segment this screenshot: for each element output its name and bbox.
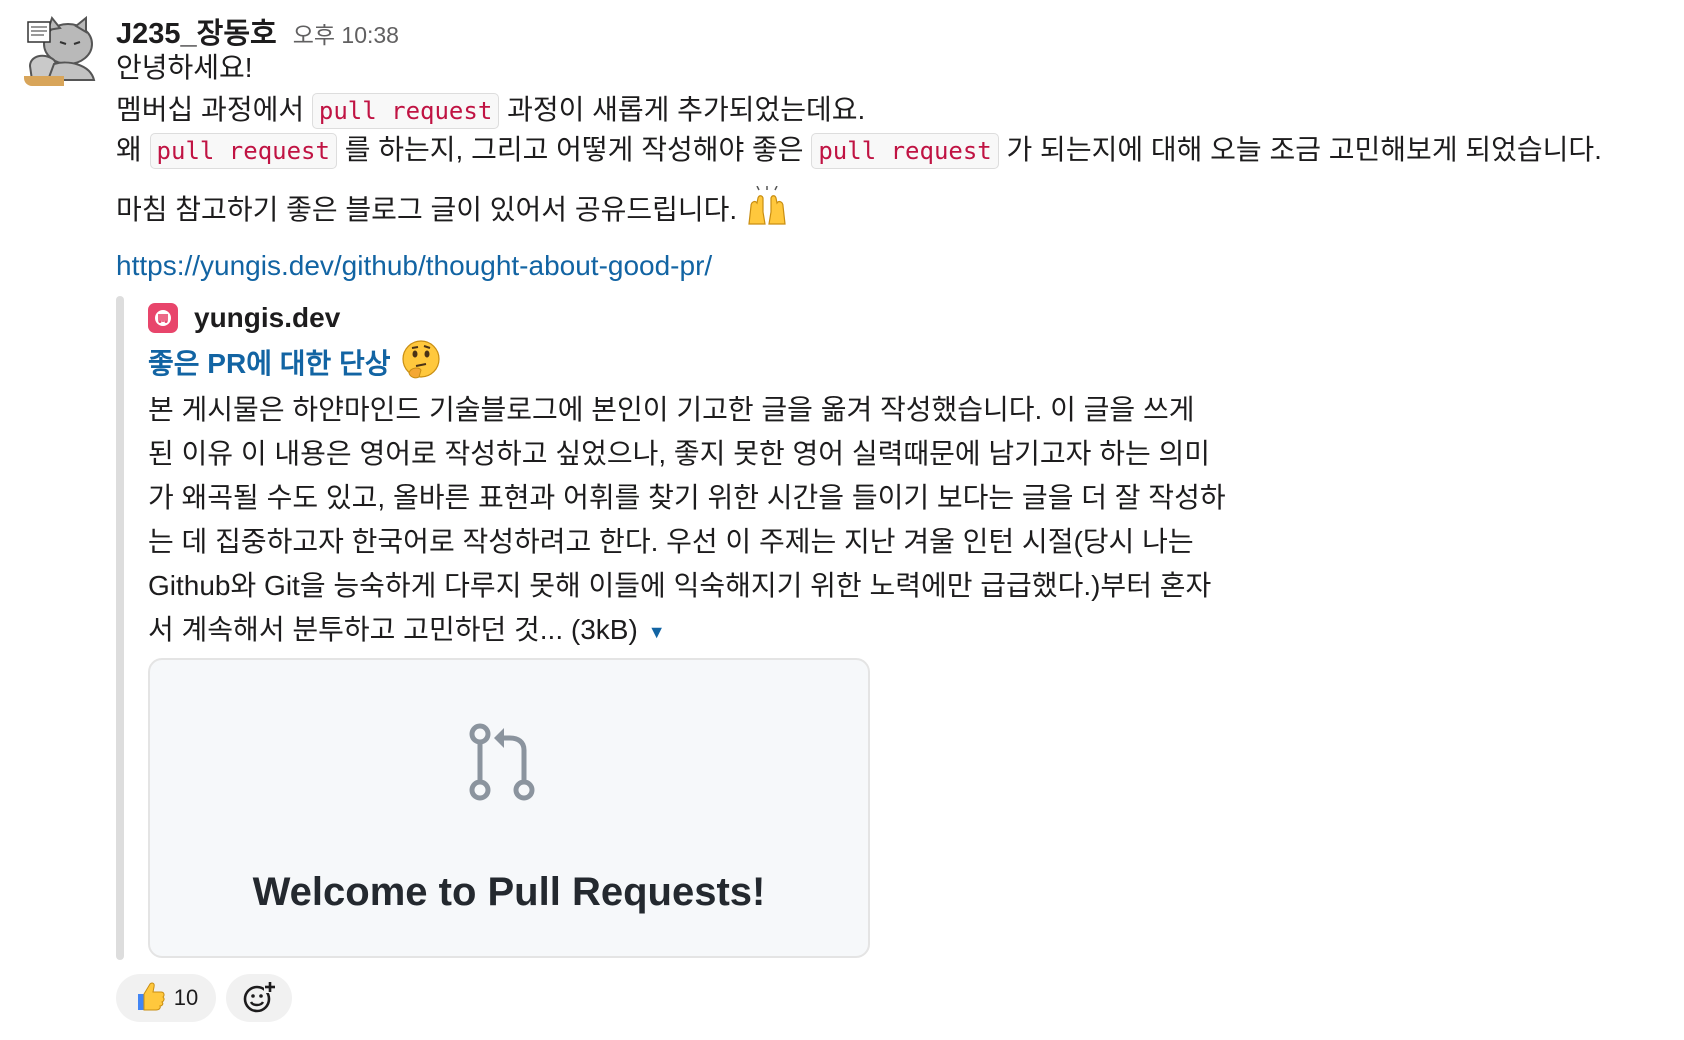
preview-image-title: Welcome to Pull Requests! bbox=[252, 870, 766, 914]
description-line: 는 데 집중하고자 한국어로 작성하려고 한다. 우선 이 주제는 지난 겨울 … bbox=[148, 526, 1194, 557]
line3-text-mid: 를 하는지, 그리고 어떻게 작성해야 좋은 bbox=[344, 134, 804, 165]
unfurl-title-row: 좋은 PR에 대한 단상 bbox=[148, 339, 441, 386]
message-line-2: 멤버십 과정에서 pull request 과정이 새롭게 추가되었는데요. bbox=[116, 90, 865, 131]
author-name[interactable]: J235_장동호 bbox=[116, 10, 277, 52]
description-line: Github와 Git을 능숙하게 다루지 못해 이들에 익숙해지기 위한 노력… bbox=[148, 570, 1212, 601]
unfurl-description: 본 게시물은 하얀마인드 기술블로그에 본인이 기고한 글을 옮겨 작성했습니다… bbox=[148, 388, 1308, 652]
yungis-site-icon bbox=[148, 303, 178, 333]
message-line-3: 왜 pull request 를 하는지, 그리고 어떻게 작성해야 좋은 pu… bbox=[116, 130, 1602, 171]
reaction-thumbs-up[interactable]: 10 bbox=[116, 974, 216, 1022]
thumbs-up-emoji bbox=[134, 980, 166, 1017]
description-line: 된 이유 이 내용은 영어로 작성하고 싶었으나, 좋지 못한 영어 실력때문에… bbox=[148, 438, 1211, 469]
message-line-greeting: 안녕하세요! bbox=[116, 48, 253, 88]
inline-code: pull request bbox=[149, 133, 337, 169]
expand-caret-icon[interactable]: ▼ bbox=[648, 610, 666, 654]
raised-hands-emoji bbox=[745, 185, 789, 237]
description-line-last: 서 계속해서 분투하고 고민하던 것... (3kB) ▼ bbox=[148, 608, 1308, 652]
description-line: 서 계속해서 분투하고 고민하던 것... (3kB) bbox=[148, 614, 638, 645]
greeting-text: 안녕하세요! bbox=[116, 52, 253, 83]
site-name[interactable]: yungis.dev bbox=[194, 302, 340, 334]
message-line-4: 마침 참고하기 좋은 블로그 글이 있어서 공유드립니다. bbox=[116, 185, 789, 237]
inline-code: pull request bbox=[311, 93, 500, 129]
pull-request-icon bbox=[469, 723, 535, 801]
thinking-face-emoji bbox=[401, 339, 441, 386]
line4-text: 마침 참고하기 좋은 블로그 글이 있어서 공유드립니다. bbox=[116, 193, 738, 225]
line3-text-pre: 왜 bbox=[116, 134, 142, 165]
reaction-count: 10 bbox=[173, 985, 199, 1010]
unfurl-border bbox=[116, 296, 124, 960]
line2-text-pre: 멤버십 과정에서 bbox=[116, 94, 305, 125]
add-reaction-button[interactable] bbox=[226, 974, 292, 1022]
link-preview-image[interactable]: Welcome to Pull Requests! bbox=[148, 658, 870, 958]
add-reaction-icon bbox=[243, 981, 276, 1013]
line2-text-post: 과정이 새롭게 추가되었는데요. bbox=[507, 94, 866, 125]
message-timestamp[interactable]: 오후 10:38 bbox=[293, 16, 399, 50]
avatar[interactable] bbox=[24, 14, 96, 86]
description-line: 가 왜곡될 수도 있고, 올바른 표현과 어휘를 찾기 위한 시간을 들이기 보… bbox=[148, 482, 1226, 513]
shared-link[interactable]: https://yungis.dev/github/thought-about-… bbox=[116, 246, 712, 286]
line3-text-post: 가 되는지에 대해 오늘 조금 고민해보게 되었습니다. bbox=[1006, 134, 1602, 165]
avatar-cat-icon bbox=[24, 14, 96, 86]
inline-code: pull request bbox=[811, 133, 999, 169]
unfurl-title[interactable]: 좋은 PR에 대한 단상 bbox=[148, 342, 391, 382]
unfurl-site: yungis.dev bbox=[148, 298, 340, 338]
description-line: 본 게시물은 하얀마인드 기술블로그에 본인이 기고한 글을 옮겨 작성했습니다… bbox=[148, 394, 1195, 425]
